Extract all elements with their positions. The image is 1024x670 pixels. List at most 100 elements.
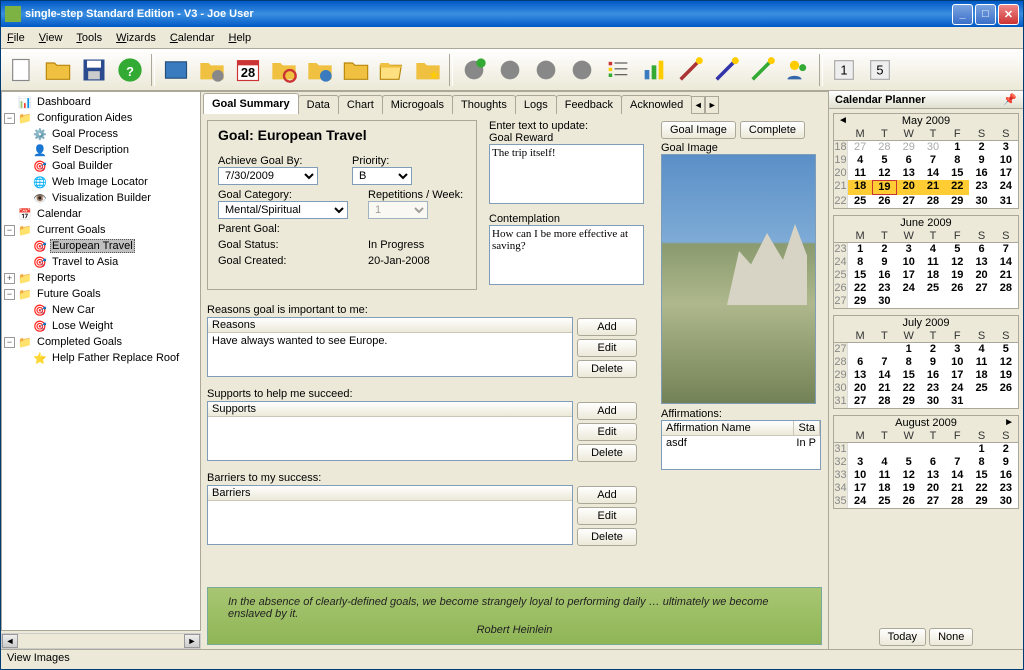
cal-day[interactable]: 30 [921, 141, 945, 154]
cal-day[interactable]: 19 [897, 482, 921, 495]
cal-day[interactable]: 4 [848, 154, 872, 167]
pin-icon[interactable]: 📌 [1003, 93, 1017, 106]
cal-day[interactable]: 23 [921, 382, 945, 395]
cal-day[interactable]: 15 [945, 167, 969, 180]
tree-new-car[interactable]: 🎯New Car [4, 302, 198, 318]
cal-day[interactable]: 6 [897, 154, 921, 167]
cal-day[interactable]: 14 [945, 469, 969, 482]
folder-target-icon[interactable] [267, 53, 301, 87]
cal-day[interactable]: 11 [921, 256, 945, 269]
cal-day[interactable] [897, 295, 921, 308]
cal-day[interactable]: 19 [994, 369, 1018, 382]
cal-day[interactable]: 11 [969, 356, 993, 369]
cal-day[interactable]: 29 [848, 295, 872, 308]
tree-scrollbar[interactable]: ◄► [1, 633, 201, 649]
cal-day[interactable]: 29 [897, 141, 921, 154]
cal-day[interactable]: 6 [969, 243, 993, 256]
cal-day[interactable]: 15 [848, 269, 872, 282]
menu-file[interactable]: File [7, 32, 25, 44]
tab-scroll-left[interactable]: ◄ [691, 96, 705, 114]
cal-day[interactable]: 5 [945, 243, 969, 256]
cal-day[interactable]: 4 [921, 243, 945, 256]
tree-lose-weight[interactable]: 🎯Lose Weight [4, 318, 198, 334]
cal-day[interactable]: 21 [921, 180, 945, 195]
cal-day[interactable]: 2 [872, 243, 896, 256]
tab-data[interactable]: Data [298, 95, 339, 114]
cal-day[interactable]: 26 [872, 195, 896, 208]
tree-web-img[interactable]: 🌐Web Image Locator [4, 174, 198, 190]
cal-day[interactable]: 4 [872, 456, 896, 469]
cal-day[interactable]: 12 [994, 356, 1018, 369]
cal-day[interactable]: 3 [945, 343, 969, 356]
cal-day[interactable]: 14 [872, 369, 896, 382]
cal-day[interactable]: 1 [945, 141, 969, 154]
cal-day[interactable]: 2 [994, 443, 1018, 456]
cal-day[interactable]: 13 [969, 256, 993, 269]
cal-day[interactable]: 27 [848, 141, 872, 154]
scroll-left-icon[interactable]: ◄ [2, 634, 18, 648]
cal-day[interactable]: 6 [921, 456, 945, 469]
reasons-add-button[interactable]: Add [577, 318, 637, 336]
tree-goal-process[interactable]: ⚙️Goal Process [4, 126, 198, 142]
barriers-edit-button[interactable]: Edit [577, 507, 637, 525]
cal-day[interactable]: 25 [848, 195, 872, 208]
gear-c-icon[interactable] [565, 53, 599, 87]
tree-goal-builder[interactable]: 🎯Goal Builder [4, 158, 198, 174]
cal-day[interactable]: 15 [897, 369, 921, 382]
tree-travel-asia[interactable]: 🎯Travel to Asia [4, 254, 198, 270]
cal-day[interactable]: 8 [945, 154, 969, 167]
list-icon[interactable] [601, 53, 635, 87]
scroll-right-icon[interactable]: ► [184, 634, 200, 648]
cal-day[interactable]: 30 [921, 395, 945, 408]
dashboard-icon[interactable] [159, 53, 193, 87]
supports-edit-button[interactable]: Edit [577, 423, 637, 441]
cal-day[interactable]: 20 [969, 269, 993, 282]
cal-day[interactable]: 17 [945, 369, 969, 382]
wand-b-icon[interactable] [709, 53, 743, 87]
tab-microgoals[interactable]: Microgoals [382, 95, 453, 114]
cal-day[interactable]: 29 [945, 195, 969, 208]
cal-day[interactable]: 24 [848, 495, 872, 508]
cal-day[interactable]: 7 [945, 456, 969, 469]
tree-current-goals[interactable]: −📁Current Goals [4, 222, 198, 238]
new-button[interactable] [5, 53, 39, 87]
reasons-item[interactable]: Have always wanted to see Europe. [208, 333, 572, 349]
cal-day[interactable]: 28 [872, 395, 896, 408]
priority-select[interactable]: B [352, 167, 412, 185]
folder-globe-icon[interactable] [303, 53, 337, 87]
reasons-listbox[interactable]: Reasons Have always wanted to see Europe… [207, 317, 573, 377]
cal-day[interactable]: 25 [921, 282, 945, 295]
goal-image-button[interactable]: Goal Image [661, 121, 736, 139]
tree-config-aides[interactable]: −📁Configuration Aides [4, 110, 198, 126]
cal-day[interactable]: 1 [897, 343, 921, 356]
complete-button[interactable]: Complete [740, 121, 805, 139]
cal-day[interactable]: 23 [994, 482, 1018, 495]
cal-day[interactable]: 2 [921, 343, 945, 356]
cal-day[interactable] [848, 343, 872, 356]
close-button[interactable]: ✕ [998, 4, 1019, 25]
cal-day[interactable]: 22 [945, 180, 969, 195]
cal-day[interactable]: 1 [969, 443, 993, 456]
barriers-listbox[interactable]: Barriers [207, 485, 573, 545]
contemplation-textarea[interactable]: How can I be more effective at saving? [489, 225, 644, 285]
cal-day[interactable]: 11 [872, 469, 896, 482]
cal-day[interactable]: 25 [969, 382, 993, 395]
minimize-button[interactable]: _ [952, 4, 973, 25]
cal-day[interactable]: 16 [921, 369, 945, 382]
cal-day[interactable]: 17 [994, 167, 1018, 180]
today-button[interactable]: Today [879, 628, 926, 646]
wand-c-icon[interactable] [745, 53, 779, 87]
cal-day[interactable]: 22 [848, 282, 872, 295]
reasons-edit-button[interactable]: Edit [577, 339, 637, 357]
cal-day[interactable] [994, 295, 1018, 308]
cal-day[interactable]: 21 [945, 482, 969, 495]
cal-day[interactable]: 9 [994, 456, 1018, 469]
users-icon[interactable] [781, 53, 815, 87]
cal-day[interactable]: 14 [921, 167, 945, 180]
cal-prev-icon[interactable]: ◄ [838, 115, 848, 126]
cal-day[interactable]: 24 [945, 382, 969, 395]
cal-day[interactable]: 5 [994, 343, 1018, 356]
cal-day[interactable]: 26 [945, 282, 969, 295]
achieve-by-select[interactable]: 7/30/2009 [218, 167, 318, 185]
cal-day[interactable]: 13 [897, 167, 921, 180]
